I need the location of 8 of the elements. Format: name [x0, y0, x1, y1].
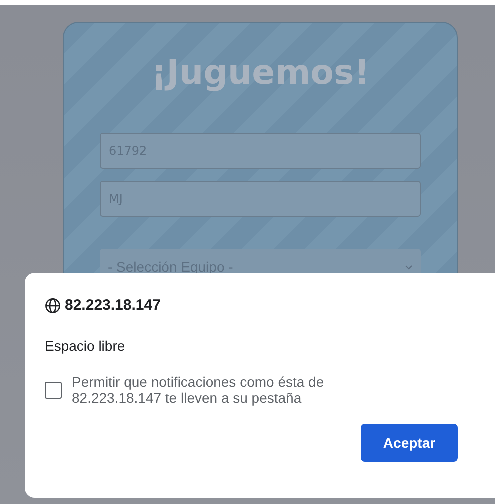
chevron-icon: [405, 264, 413, 270]
checkbox-label: Permitir que notificaciones como ésta de 82.223.18.147 te lleven a su pestaña: [72, 374, 326, 406]
globe-icon: [45, 298, 61, 314]
accept-button[interactable]: Aceptar: [361, 424, 458, 462]
checkbox[interactable]: [45, 382, 62, 399]
page-title: ¡Juguemos!: [150, 53, 371, 93]
notification-message: Espacio libre: [45, 338, 126, 354]
site-address: 82.223.18.147: [65, 297, 161, 314]
